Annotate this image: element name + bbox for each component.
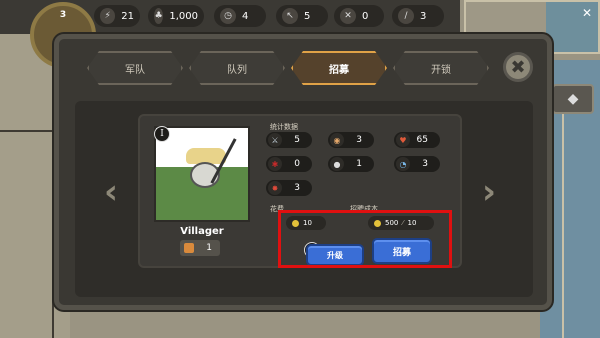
resource-value: 3 (420, 10, 427, 22)
chevron-left-icon: ‹ (103, 172, 118, 212)
diamond-button[interactable]: ◆ (552, 84, 594, 114)
resource-people[interactable]: ♣ 1,000 (148, 5, 204, 27)
unit-portrait (154, 126, 250, 222)
diamond-icon: ◆ (567, 91, 579, 107)
shield-icon: ◉ (330, 133, 344, 147)
chevron-right-icon: › (481, 172, 496, 212)
resource-clock[interactable]: ◷ 4 (214, 5, 266, 27)
resource-bar: 3 ⚡ 21 ♣ 1,000 ◷ 4 ↖ 5 ✕ 0 / 3 (0, 0, 460, 68)
stats-title: 统计数据 (270, 123, 298, 131)
resource-sword[interactable]: / 3 (392, 5, 444, 27)
stat-special: ✸ 3 (266, 180, 312, 196)
unit-count-value: 1 (206, 243, 212, 253)
lightning-icon: ⚡ (100, 8, 116, 24)
next-unit-button[interactable]: › (476, 172, 502, 212)
tab-recruit[interactable]: 招募 (291, 51, 387, 85)
stat-bleed: ✱ 0 (266, 156, 312, 172)
person-icon: ● (330, 157, 344, 171)
sword-icon: ⚔ (268, 133, 282, 147)
resource-cursor[interactable]: ↖ 5 (276, 5, 328, 27)
tab-unlock[interactable]: 开锁 (393, 51, 489, 85)
blood-icon: ✱ (268, 157, 282, 171)
tier-badge: I (154, 126, 170, 142)
unit-count: 1 (180, 240, 220, 256)
resource-value: 21 (121, 10, 134, 22)
unit-name: Villager (180, 226, 224, 237)
people-icon: ♣ (154, 8, 164, 24)
crossed-swords-icon: ✕ (340, 8, 356, 24)
stopwatch-icon: ◔ (396, 157, 410, 171)
resource-value: 4 (242, 10, 249, 22)
resource-swords[interactable]: ✕ 0 (334, 5, 384, 27)
tab-queue[interactable]: 队列 (189, 51, 285, 85)
resource-value: 0 (362, 10, 369, 22)
bug-icon: ✸ (268, 181, 282, 195)
level-number: 3 (59, 10, 67, 20)
stat-speed: ◔ 3 (394, 156, 440, 172)
resource-value: 1,000 (169, 10, 198, 22)
close-button[interactable]: ✖ (503, 52, 533, 82)
stat-population: ● 1 (328, 156, 374, 172)
highlight-box (278, 210, 452, 268)
border-line (0, 130, 54, 132)
prev-unit-button[interactable]: ‹ (98, 172, 124, 212)
border-line (562, 110, 564, 338)
close-icon: ✖ (510, 56, 526, 78)
tab-army[interactable]: 军队 (87, 51, 183, 85)
stat-health: ♥ 65 (394, 132, 440, 148)
clock-icon: ◷ (220, 8, 236, 24)
stat-defense: ◉ 3 (328, 132, 374, 148)
stat-attack: ⚔ 5 (266, 132, 312, 148)
resource-lightning[interactable]: ⚡ 21 (94, 5, 140, 27)
heart-icon: ♥ (396, 133, 410, 147)
scroll-icon (184, 243, 194, 253)
resource-value: 5 (304, 10, 311, 22)
sword-icon: / (398, 8, 414, 24)
minimap-close-icon[interactable]: ✕ (582, 6, 592, 20)
cursor-icon: ↖ (282, 8, 298, 24)
